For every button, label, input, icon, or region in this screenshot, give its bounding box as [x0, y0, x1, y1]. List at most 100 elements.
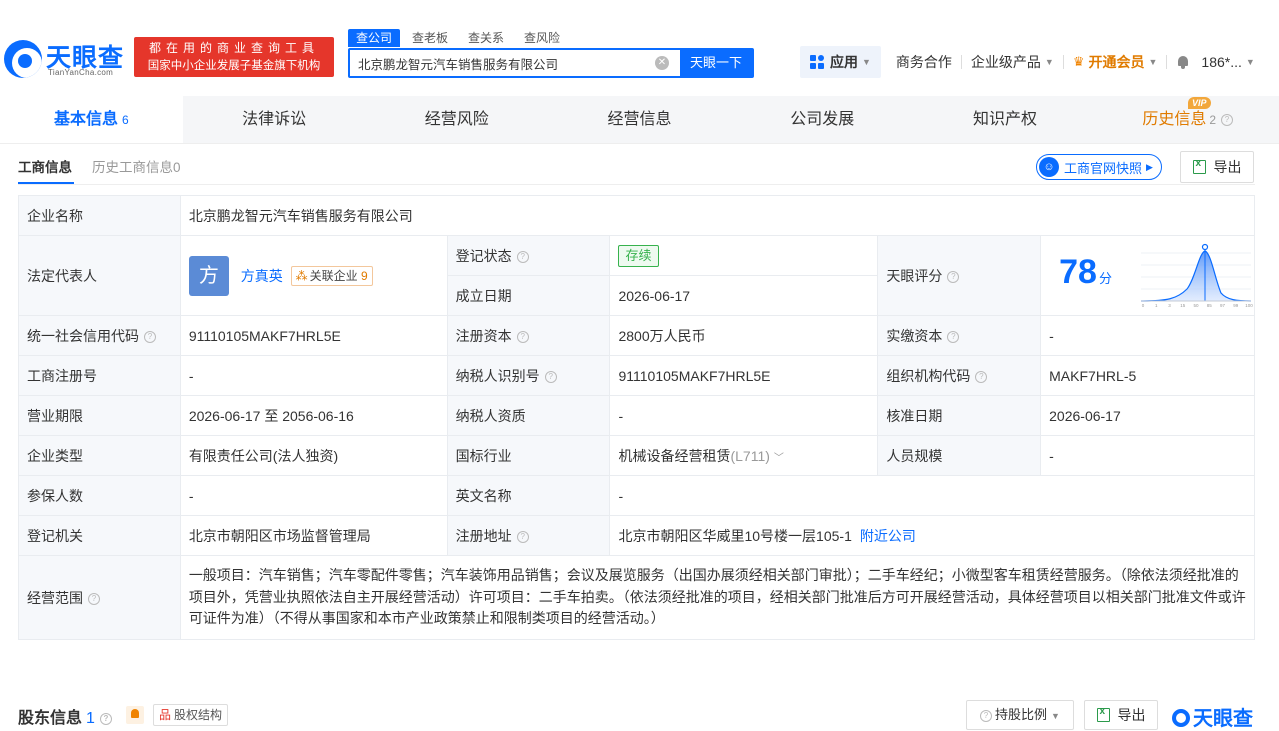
clear-icon[interactable]: ✕ — [655, 56, 669, 70]
table-row: 营业期限 2026-06-17 至 2056-06-16 纳税人资质 - 核准日… — [18, 395, 1255, 436]
nearby-companies-link[interactable]: 附近公司 — [860, 528, 916, 544]
chevron-down-icon: ▼ — [1148, 57, 1158, 67]
avatar[interactable]: 方 — [188, 255, 229, 296]
equity-structure-button[interactable]: 品股权结构 — [153, 704, 229, 726]
taxpayer-id: 91110105MAKF7HRL5E — [609, 355, 879, 396]
notifications-button[interactable] — [1167, 46, 1199, 78]
score-tick-label: 97 — [1220, 303, 1226, 308]
subtab-history-business-info[interactable]: 历史工商信息0 — [92, 156, 181, 176]
score-tick-label: 100 — [1245, 303, 1253, 308]
status-badge: 存续 — [618, 244, 659, 267]
score-tick-label: 3 — [1168, 303, 1171, 308]
term: 2026-06-17 至 2056-06-16 — [179, 395, 448, 436]
help-icon[interactable]: ? — [516, 530, 529, 543]
industry-cell[interactable]: 机械设备经营租赁(L711) ﹀ — [609, 435, 879, 476]
subtab-business-info[interactable]: 工商信息 — [18, 156, 72, 176]
help-icon[interactable]: ? — [88, 592, 100, 605]
table-row: 统一社会信用代码? 91110105MAKF7HRL5E 注册资本? 2800万… — [18, 315, 1255, 356]
help-icon[interactable]: ? — [975, 370, 988, 383]
slogan-line2: 国家中小企业发展子基金旗下机构 — [147, 60, 321, 72]
business-scope: 一般项目：汽车销售；汽车零配件零售；汽车装饰用品销售；会议及展览服务（出国办展须… — [179, 555, 1256, 640]
legal-rep-name-link[interactable]: 方真英 — [241, 268, 283, 284]
search-tab-relation[interactable]: 查关系 — [460, 29, 512, 47]
chevron-right-icon: ▶ — [1146, 161, 1153, 172]
related-companies-tag[interactable]: ⁂ 关联企业 9 — [290, 265, 373, 286]
label-scope: 经营范围? — [18, 555, 181, 640]
apps-label: 应用 — [830, 54, 858, 70]
label-address: 注册地址? — [446, 515, 611, 556]
watermark-text: 天眼查 — [1193, 708, 1253, 730]
legal-rep-cell: 方 方真英 ⁂ 关联企业 9 — [179, 235, 448, 316]
score-cell[interactable]: 78 分 0 1 3 15 50 85 97 99 100 — [1040, 235, 1255, 316]
help-icon[interactable]: ? — [947, 330, 960, 343]
vip-badge: VIP — [1188, 97, 1211, 109]
score-value: 78 — [1059, 252, 1097, 291]
company-type: 有限责任公司(法人独资) — [179, 435, 448, 476]
help-icon[interactable]: ? — [144, 330, 156, 343]
tab-basic-info[interactable]: 基本信息 6 — [0, 96, 183, 143]
help-icon[interactable]: ? — [947, 270, 960, 283]
holding-ratio-sort-button[interactable]: ? 持股比例 ▼ — [966, 700, 1074, 730]
score-curve — [1141, 250, 1252, 301]
table-row: 经营范围? 一般项目：汽车销售；汽车零配件零售；汽车装饰用品销售；会议及展览服务… — [18, 555, 1256, 640]
label-term: 营业期限 — [18, 395, 181, 436]
table-row: 企业类型 有限责任公司(法人独资) 国标行业 机械设备经营租赁(L711) ﹀ 人… — [18, 435, 1255, 476]
nav-vip-label: 开通会员 — [1088, 54, 1145, 70]
tab-legal[interactable]: 法律诉讼 — [183, 96, 366, 143]
label-text: 经营范围 — [27, 589, 83, 606]
snapshot-label: 工商官网快照 — [1064, 160, 1143, 176]
logo[interactable]: 天眼查 TianYanCha.com — [4, 38, 130, 80]
official-snapshot-button[interactable]: ☺ 工商官网快照 ▶ — [1036, 154, 1162, 180]
related-count: 9 — [360, 268, 368, 283]
tab-intellectual-property[interactable]: 知识产权 — [914, 96, 1097, 143]
network-icon: ⁂ — [295, 268, 308, 283]
label-approve-date: 核准日期 — [877, 395, 1042, 436]
table-row: 登记机关 北京市朝阳区市场监督管理局 注册地址? 北京市朝阳区华威里10号楼一层… — [18, 515, 1255, 556]
search-input[interactable] — [350, 50, 650, 76]
nav-enterprise-products[interactable]: 企业级产品 ▼ — [962, 46, 1063, 78]
related-label: 关联企业 — [309, 268, 358, 283]
chevron-down-icon: ▼ — [1245, 57, 1255, 67]
bell-icon — [1176, 55, 1190, 69]
label-legal-rep: 法定代表人 — [18, 235, 181, 316]
industry: 机械设备经营租赁 — [618, 447, 731, 464]
label-taxpayer-id: 纳税人识别号? — [446, 355, 611, 396]
reg-status-cell: 存续 — [609, 235, 879, 276]
nav-vip[interactable]: ♛ 开通会员 ▼ — [1064, 46, 1167, 78]
search-button[interactable]: 天眼一下 — [680, 50, 752, 76]
score-axis-ticks: 0 1 3 15 50 85 97 99 100 — [1142, 303, 1253, 308]
score-tick-label: 1 — [1155, 303, 1158, 308]
help-icon[interactable]: ? — [544, 370, 557, 383]
logo-eye-icon — [1172, 709, 1190, 727]
tab-operating-info[interactable]: 经营信息 — [548, 96, 731, 143]
section-title: 股东信息 — [18, 710, 83, 727]
apps-menu-button[interactable]: 应用 ▼ — [800, 46, 881, 78]
chevron-down-icon: ▼ — [1044, 57, 1054, 67]
user-phone: 186*... — [1201, 54, 1242, 70]
label-found-date: 成立日期 — [446, 275, 611, 316]
staff: - — [1040, 435, 1255, 476]
export-button[interactable]: 导出 — [1180, 151, 1254, 183]
nav-business[interactable]: 商务合作 — [887, 46, 961, 78]
monitor-bell-icon[interactable] — [126, 706, 144, 724]
help-icon[interactable]: ? — [516, 250, 529, 263]
industry-code: (L711) — [730, 447, 770, 464]
shareholders-export-button[interactable]: 导出 — [1084, 700, 1158, 730]
score-tick-label: 15 — [1180, 303, 1186, 308]
score-marker-dot — [1202, 243, 1209, 250]
search-tab-company[interactable]: 查公司 — [348, 29, 401, 47]
user-menu[interactable]: 186*... ▼ — [1199, 46, 1263, 78]
tab-operating-risk[interactable]: 经营风险 — [365, 96, 548, 143]
label-text: 注册地址 — [455, 527, 512, 544]
label-staff: 人员规模 — [877, 435, 1042, 476]
search-tab-risk[interactable]: 查风险 — [516, 29, 568, 47]
excel-icon — [1192, 158, 1206, 174]
nav-enterprise-label: 企业级产品 — [970, 54, 1041, 70]
table-row: 工商注册号 - 纳税人识别号? 91110105MAKF7HRL5E 组织机构代… — [18, 355, 1255, 396]
search-tab-boss[interactable]: 查老板 — [404, 29, 456, 47]
tab-company-development[interactable]: 公司发展 — [731, 96, 914, 143]
help-icon[interactable]: ? — [99, 712, 112, 725]
label-type: 企业类型 — [18, 435, 181, 476]
help-icon[interactable]: ? — [516, 330, 529, 343]
reg-capital: 2800万人民币 — [609, 315, 879, 356]
